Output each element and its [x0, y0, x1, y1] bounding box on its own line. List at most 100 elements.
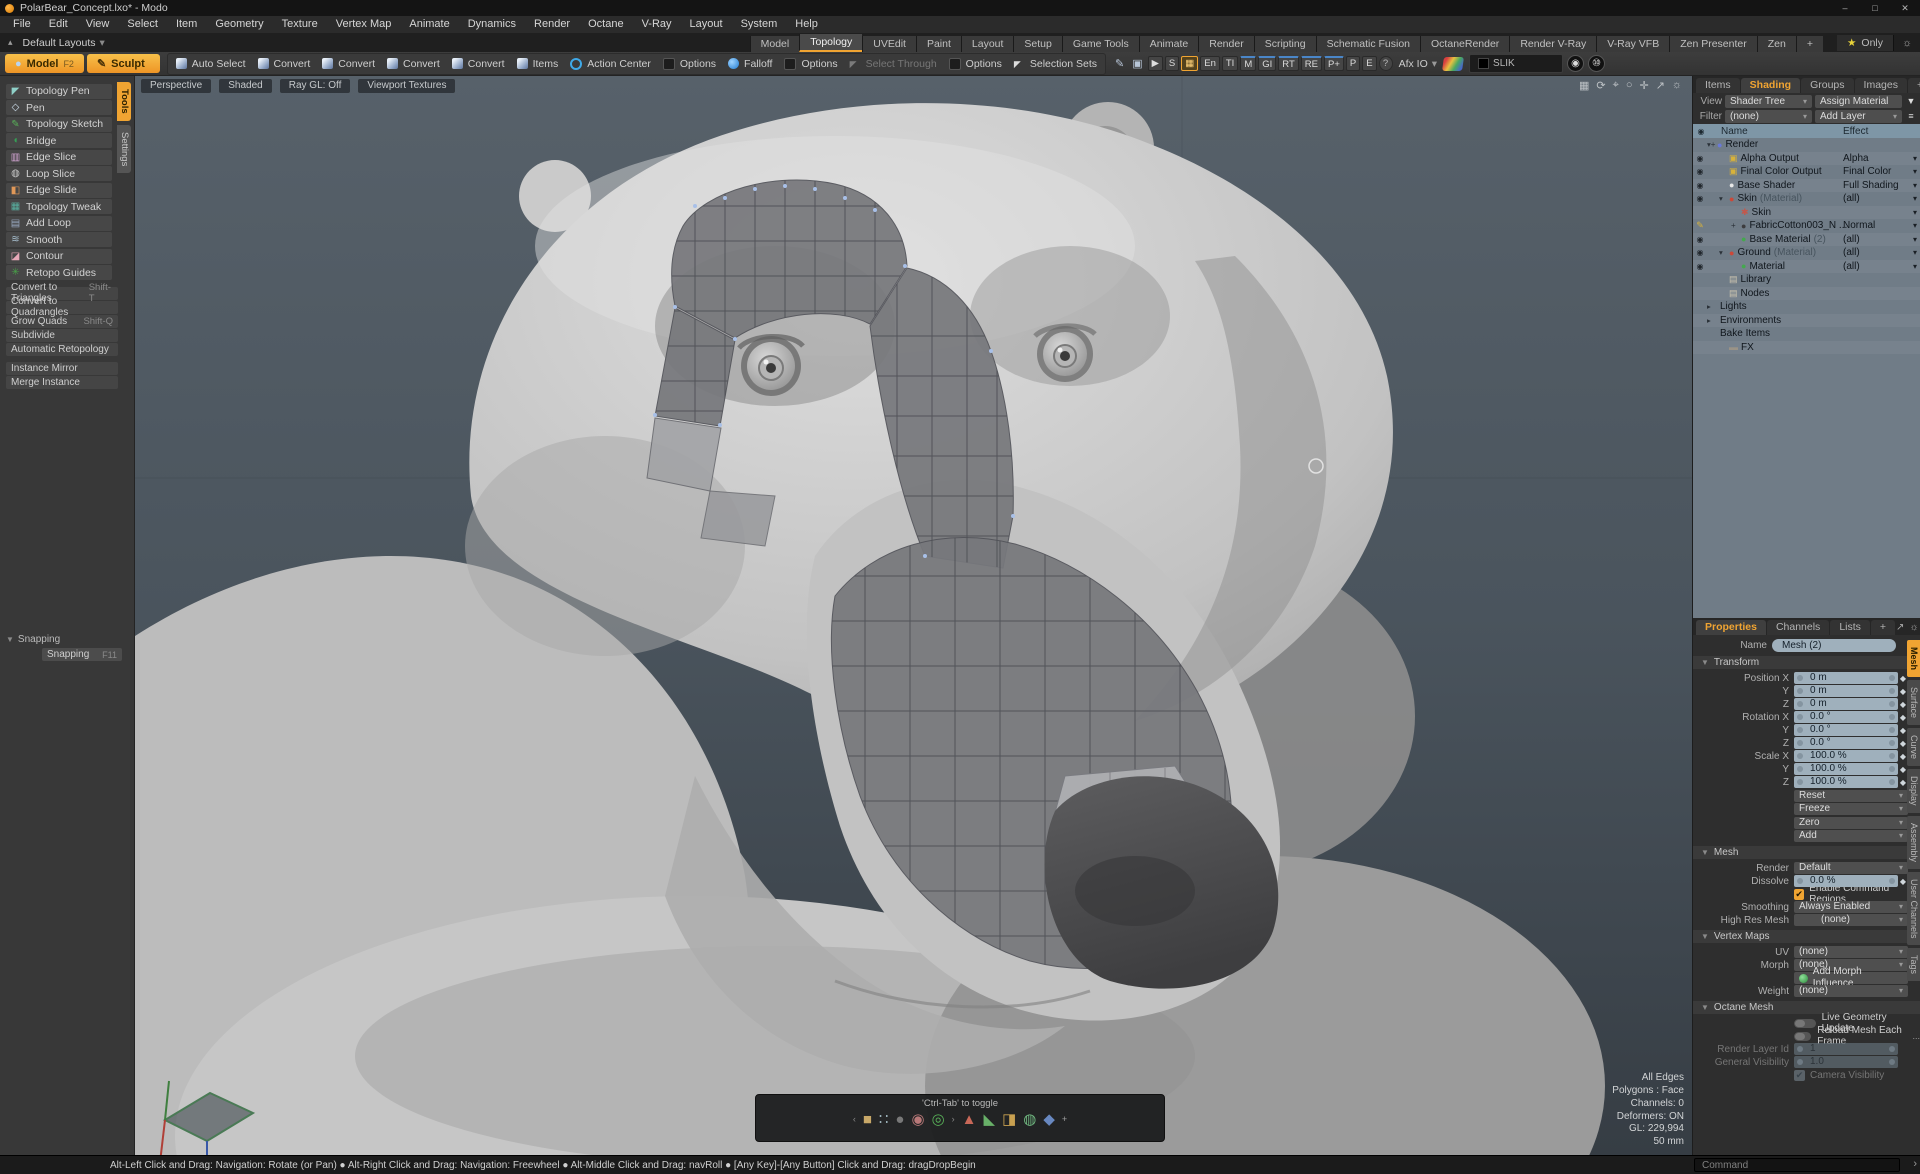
- layout-tab[interactable]: Schematic Fusion: [1316, 36, 1420, 52]
- expand-icon[interactable]: +: [1731, 221, 1741, 230]
- gear-icon[interactable]: ☼: [1909, 622, 1918, 633]
- items-button[interactable]: Items: [511, 55, 565, 73]
- panel-tab[interactable]: +: [1871, 620, 1895, 635]
- vray-m-button[interactable]: M: [1240, 56, 1256, 71]
- sphere-green-icon[interactable]: ◍: [1023, 1112, 1036, 1127]
- layout-tab[interactable]: Model: [750, 36, 800, 52]
- layout-tab[interactable]: Render: [1198, 36, 1253, 52]
- tool-button[interactable]: ◧ Edge Slide: [6, 183, 112, 198]
- tool-icon[interactable]: ✛: [1639, 79, 1648, 92]
- ti-button[interactable]: TI: [1222, 56, 1238, 71]
- auto-select-button[interactable]: Auto Select: [170, 55, 252, 73]
- general-visibility-field[interactable]: 1.0: [1794, 1056, 1898, 1068]
- s-button[interactable]: S: [1165, 56, 1179, 71]
- shader-tree-row[interactable]: ▾+ ● Render: [1693, 138, 1920, 152]
- gear-icon[interactable]: ☼: [1672, 79, 1682, 92]
- layout-tab[interactable]: UVEdit: [862, 36, 916, 52]
- maximize-button[interactable]: □: [1860, 0, 1890, 16]
- expand-icon[interactable]: ▸: [1707, 302, 1717, 311]
- layout-tab[interactable]: Render V-Ray: [1509, 36, 1596, 52]
- shader-tree-row[interactable]: ▸ Lights: [1693, 300, 1920, 314]
- list-options-button[interactable]: ≡: [1905, 111, 1917, 121]
- visibility-eye-icon[interactable]: [1693, 153, 1707, 164]
- tool-button[interactable]: ✳ Retopo Guides: [6, 265, 112, 280]
- command-button[interactable]: Subdivide: [6, 329, 118, 342]
- shader-tree-row[interactable]: ▾ ● Ground (Material) (all) ▾: [1693, 246, 1920, 260]
- only-toggle[interactable]: ★Only: [1837, 35, 1893, 51]
- shader-tree-row[interactable]: ● Material (all) ▾: [1693, 260, 1920, 274]
- octane-icon[interactable]: ◉: [1567, 55, 1584, 72]
- shader-tree-row[interactable]: ▬ FX: [1693, 341, 1920, 355]
- pin-icon[interactable]: ▴: [8, 37, 13, 48]
- tool-button[interactable]: ▤ Add Loop: [6, 216, 112, 231]
- target-icon[interactable]: ⌖: [1613, 79, 1619, 92]
- render-dropdown[interactable]: Default▾: [1794, 862, 1908, 874]
- transform-value-field[interactable]: 100.0 %: [1794, 776, 1898, 788]
- command-input[interactable]: Command: [1694, 1158, 1900, 1172]
- vray-gi-button[interactable]: GI: [1258, 56, 1276, 71]
- menu-item[interactable]: Item: [167, 16, 206, 33]
- menu-item[interactable]: Vertex Map: [327, 16, 401, 33]
- blob-icon[interactable]: ●: [895, 1112, 904, 1127]
- panel-tab[interactable]: Items: [1696, 78, 1740, 93]
- tool-button[interactable]: ◇ Pen: [6, 100, 112, 115]
- panel-tab[interactable]: Properties: [1696, 620, 1766, 635]
- chevron-left-icon[interactable]: ‹: [853, 1112, 856, 1127]
- effect-dropdown-icon[interactable]: ▾: [1913, 194, 1917, 203]
- menu-item[interactable]: Edit: [40, 16, 77, 33]
- tool-button[interactable]: ▦ Topology Tweak: [6, 199, 112, 214]
- shield-blue-icon[interactable]: ◆: [1043, 1112, 1055, 1127]
- menu-item[interactable]: Dynamics: [459, 16, 525, 33]
- play-button[interactable]: ▶: [1148, 56, 1163, 71]
- expand-icon[interactable]: ↗: [1656, 79, 1665, 92]
- transform-value-field[interactable]: 100.0 %: [1794, 763, 1898, 775]
- image-icon[interactable]: ▣: [1129, 56, 1145, 71]
- layout-tab[interactable]: Scripting: [1254, 36, 1316, 52]
- add-morph-influence-button[interactable]: Add Morph Influence: [1794, 972, 1908, 984]
- expand-icon[interactable]: ▸: [1707, 316, 1717, 325]
- visibility-eye-icon[interactable]: [1693, 220, 1707, 231]
- vray-rt-button[interactable]: RT: [1278, 56, 1299, 71]
- grid-icon[interactable]: ▦: [1579, 79, 1589, 92]
- transform-action-button[interactable]: Add▾: [1794, 830, 1908, 842]
- popout-icon[interactable]: ↗: [1896, 622, 1904, 633]
- tab-settings[interactable]: Settings: [117, 125, 131, 173]
- ten-icon[interactable]: ⑩: [1588, 55, 1605, 72]
- e-button[interactable]: E: [1362, 56, 1376, 71]
- shader-tree-row[interactable]: + ● FabricCotton003_N ... Normal ▾: [1693, 219, 1920, 233]
- vray-re-button[interactable]: RE: [1301, 56, 1322, 71]
- visibility-eye-icon[interactable]: [1693, 180, 1707, 191]
- shader-tree-row[interactable]: ✱ Skin ▾: [1693, 206, 1920, 220]
- transform-value-field[interactable]: 0 m: [1794, 672, 1898, 684]
- layout-tab[interactable]: Zen Presenter: [1669, 36, 1757, 52]
- transform-value-field[interactable]: 0.0 °: [1794, 711, 1898, 723]
- layout-tab[interactable]: Animate: [1139, 36, 1199, 52]
- viewport-control-button[interactable]: Viewport Textures: [358, 79, 455, 93]
- tool-button[interactable]: ▥ Edge Slice: [6, 150, 112, 165]
- mesh-section-header[interactable]: ▼Mesh: [1693, 846, 1920, 859]
- layout-tab[interactable]: Zen: [1757, 36, 1796, 52]
- effect-dropdown-icon[interactable]: ▾: [1913, 167, 1917, 176]
- transform-action-button[interactable]: Reset▾: [1794, 790, 1908, 802]
- command-button[interactable]: Convert to Quadrangles: [6, 301, 118, 314]
- shader-tree-row[interactable]: ● Base Material (2) (all) ▾: [1693, 233, 1920, 247]
- viewport-control-button[interactable]: Shaded: [219, 79, 271, 93]
- menu-item[interactable]: File: [4, 16, 40, 33]
- rainbow-icon[interactable]: [1442, 57, 1464, 71]
- selection-sets-button[interactable]: Selection Sets: [1008, 55, 1103, 73]
- command-regions-checkbox[interactable]: ✔: [1794, 889, 1804, 900]
- expand-icon[interactable]: ▾+: [1707, 140, 1717, 149]
- filter-select[interactable]: (none)▾: [1725, 110, 1812, 123]
- side-tab[interactable]: User Channels: [1907, 872, 1920, 946]
- tab-tools[interactable]: Tools: [117, 82, 131, 121]
- afx-io-dropdown[interactable]: Afx IO▾: [1399, 58, 1437, 70]
- effect-dropdown-icon[interactable]: ▾: [1913, 208, 1917, 217]
- tool-button[interactable]: ◤ Topology Pen: [6, 84, 112, 99]
- side-tab[interactable]: Curve: [1907, 728, 1920, 766]
- wedge-green-icon[interactable]: ◣: [984, 1112, 996, 1127]
- transform-action-button[interactable]: Zero▾: [1794, 817, 1908, 829]
- 3d-viewport[interactable]: PerspectiveShadedRay GL: OffViewport Tex…: [135, 76, 1692, 1155]
- layout-tab[interactable]: Topology: [799, 34, 862, 52]
- shader-tree-row[interactable]: ▸ Environments: [1693, 314, 1920, 328]
- tool-button[interactable]: ◪ Contour: [6, 249, 112, 264]
